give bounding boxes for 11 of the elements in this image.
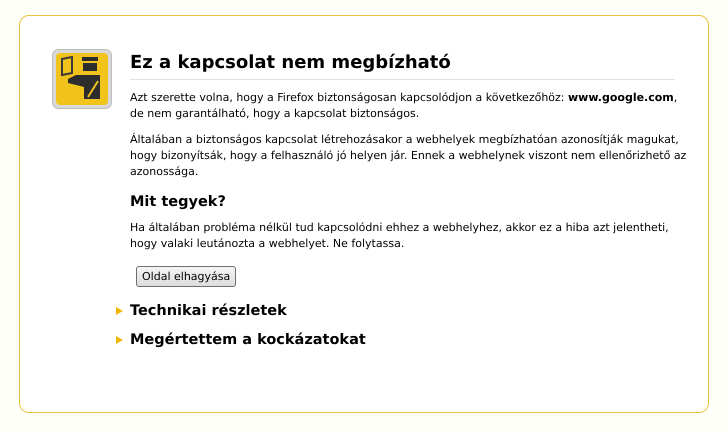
expand-arrow-icon[interactable] [115, 336, 123, 344]
expand-arrow-icon[interactable] [115, 307, 123, 315]
expander-heading[interactable]: Megértettem a kockázatokat [130, 332, 366, 348]
leave-page-button[interactable]: Oldal elhagyása [136, 266, 236, 287]
page-title: Ez a kapcsolat nem megbízható [130, 52, 675, 80]
explanation-paragraph: Általában a biztonságos kapcsolat létrehozásakor a webhelyek megbízhatóan azonosítják magukat, hogy bizonyítsák, hogy a felhasználó jó helyen jár. Ennek a webhelynek viszont nem ellenőrizhető az azonossága. [130, 132, 688, 180]
expander-heading[interactable]: Technikai részletek [130, 303, 287, 319]
section-heading: Mit tegyek? [130, 194, 227, 210]
officer-icon [52, 49, 112, 109]
intro-paragraph: Azt szerette volna, hogy a Firefox biztonságosan kapcsolódjon a következőhöz: www.google.com, de nem garantálható, hogy a kapcsolat biztonságos. [130, 90, 678, 122]
advice-paragraph: Ha általában probléma nélkül tud kapcsolódni ehhez a webhelyhez, akkor ez a hiba azt jelentheti, hogy valaki leutánozta a webhelyet. Ne folytassa. [130, 220, 670, 252]
